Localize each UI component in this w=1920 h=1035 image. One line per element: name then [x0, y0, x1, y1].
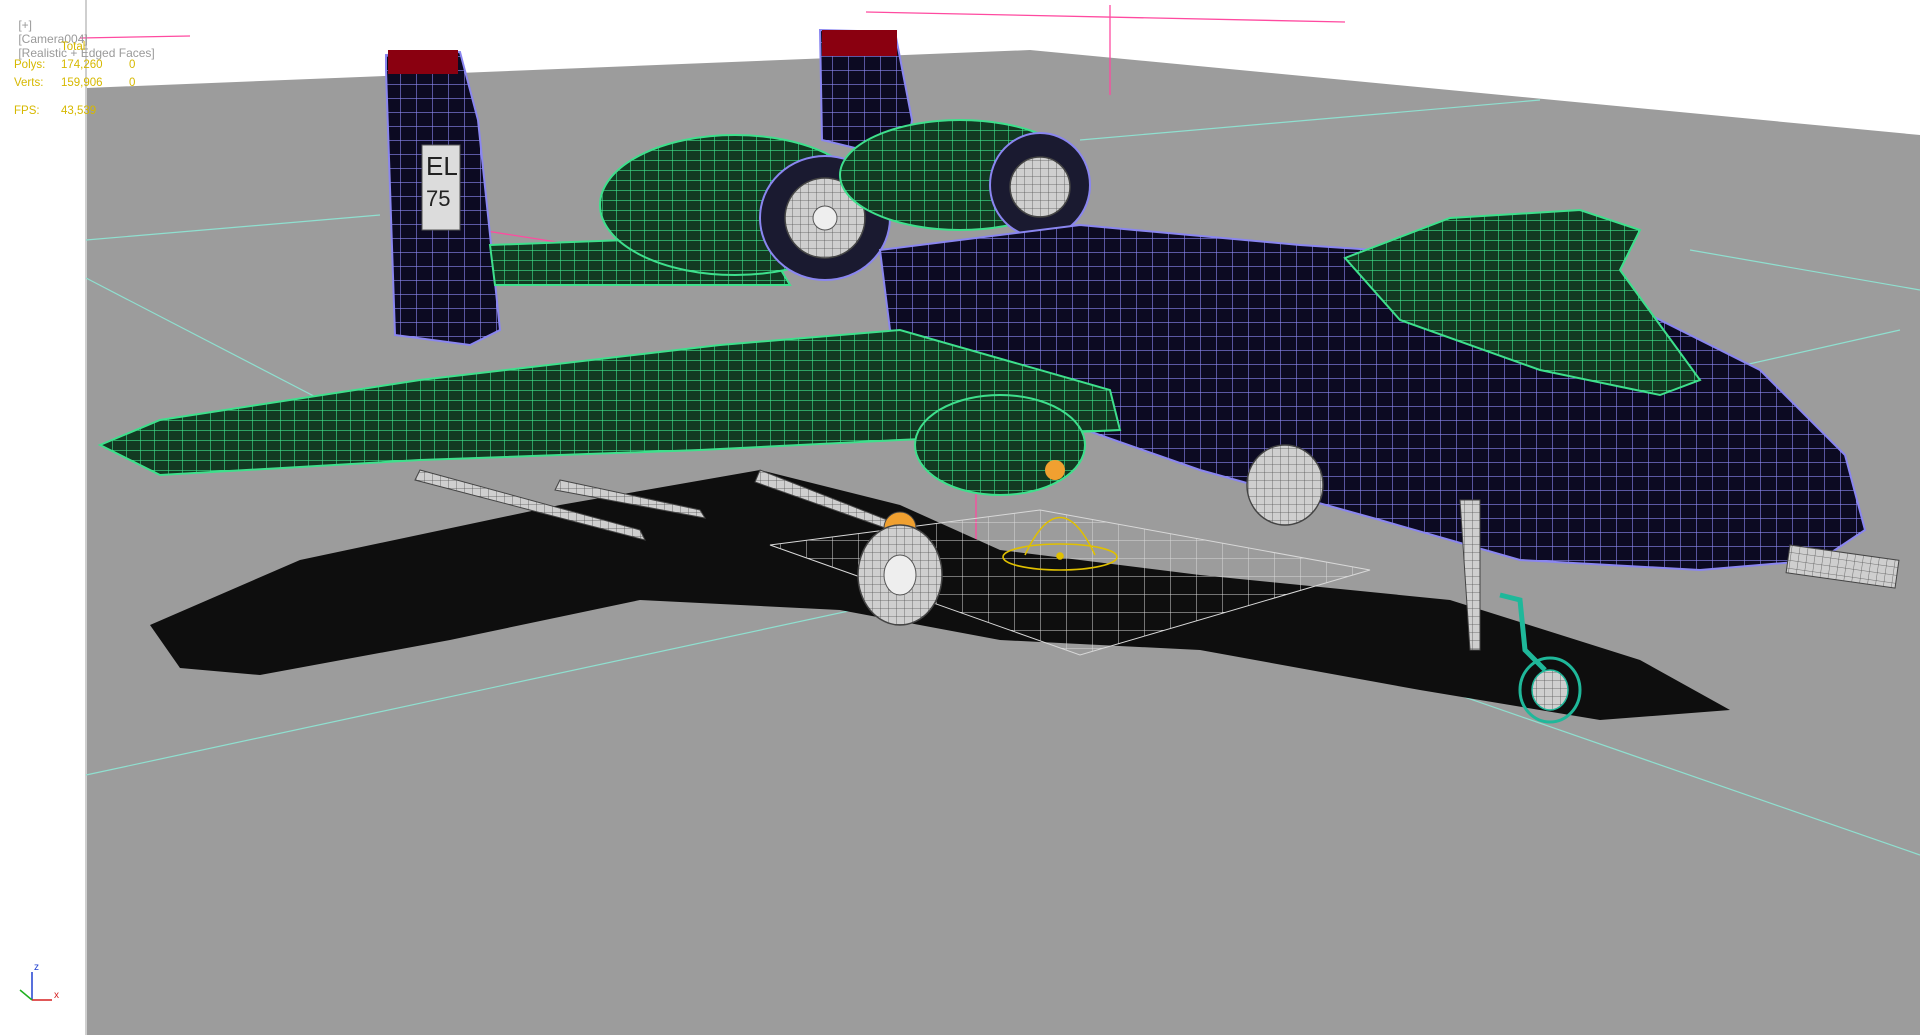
polys-value: 174,260	[61, 59, 103, 71]
stats-header: Total	[61, 41, 86, 53]
fps-value: 43,539	[61, 105, 97, 117]
viewport-menu-plus[interactable]: [+]	[18, 18, 32, 32]
axis-x-label: x	[54, 990, 59, 1001]
fps-label: FPS:	[14, 105, 40, 117]
axis-z-label: z	[34, 962, 39, 973]
stats-fps-row: FPS: 43,539	[14, 102, 135, 120]
polys-label: Polys:	[14, 59, 46, 71]
main-wheel-left	[857, 524, 943, 626]
wing-pod	[914, 394, 1086, 496]
viewport[interactable]: EL 75 [+] [Camera004] [Realistic + Edged…	[0, 0, 1920, 1035]
verts-value: 159,906	[61, 77, 103, 89]
verts-selected: 0	[129, 77, 136, 89]
axis-tripod-icon: z x	[19, 962, 59, 1001]
polys-selected: 0	[129, 59, 136, 71]
scene-render[interactable]: EL 75	[0, 0, 1920, 1035]
stats-polys-row: Polys: 174,260 0	[14, 56, 135, 74]
verts-label: Verts:	[14, 77, 44, 89]
main-wheel-right	[1246, 444, 1324, 526]
stats-verts-row: Verts: 159,906 0	[14, 74, 135, 92]
statistics-overlay: Total Polys: 174,260 0 Verts: 159,906 0 …	[14, 38, 135, 120]
svg-text:75: 75	[426, 186, 450, 211]
tail-code: EL	[426, 151, 458, 181]
